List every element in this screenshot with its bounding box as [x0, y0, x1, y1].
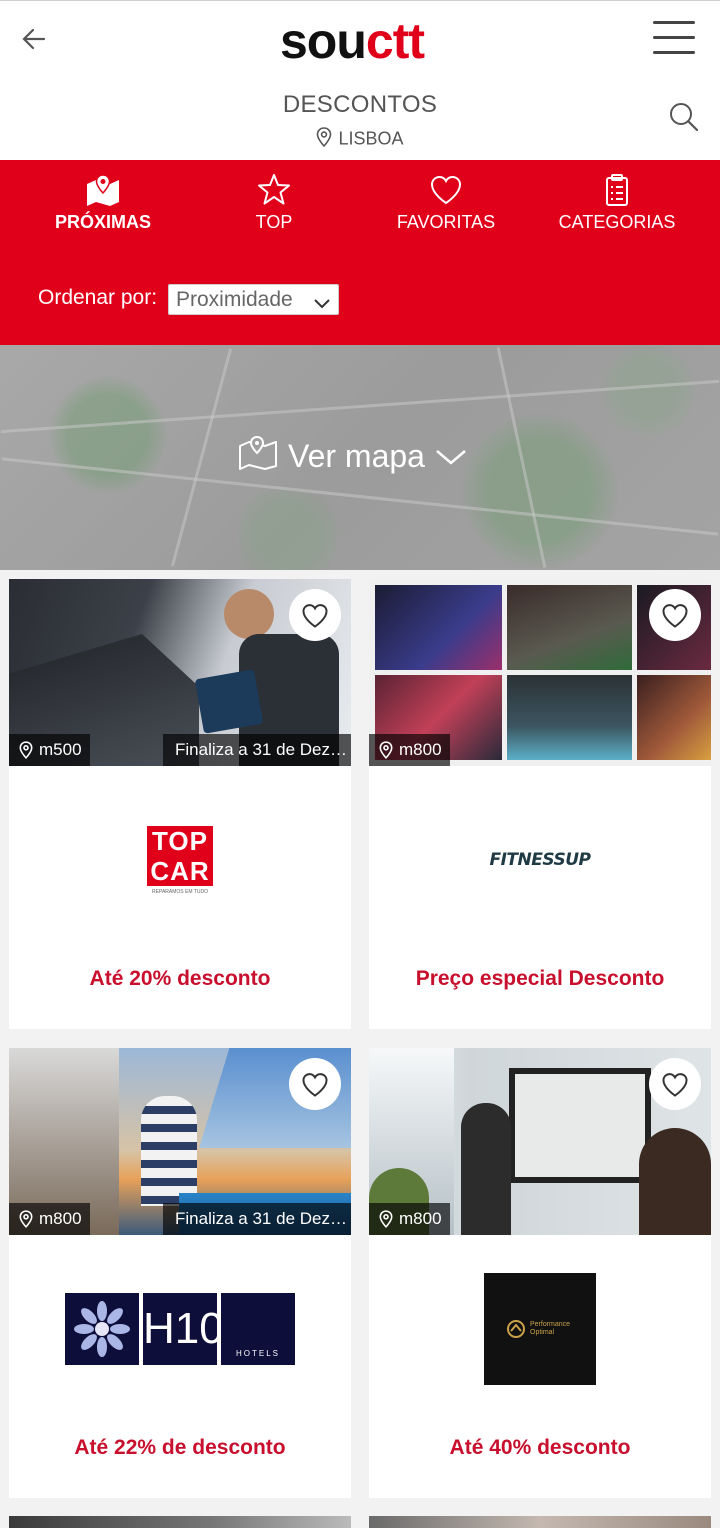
distance-badge: m500: [9, 734, 90, 766]
offer-photo: m800: [369, 579, 711, 766]
offer-photo: m800: [369, 1048, 711, 1235]
heart-icon: [662, 604, 688, 628]
distance-badge: m800: [369, 734, 450, 766]
brand-tagline: REPARAMOS EM TUDO: [152, 888, 208, 895]
end-date-badge: Finaliza a 31 de Dezembro: [163, 734, 351, 766]
clipboard-list-icon: [599, 172, 635, 208]
chevron-down-icon: [312, 291, 332, 320]
chevron-down-icon: [435, 438, 467, 475]
location-pin-icon: [379, 1210, 393, 1228]
favorite-button[interactable]: [289, 1058, 341, 1110]
sort-label: Ordenar por:: [38, 286, 158, 309]
heart-icon: [302, 1073, 328, 1097]
tab-label: PRÓXIMAS: [54, 212, 151, 232]
souctt-logo[interactable]: souctt: [280, 13, 425, 69]
tab-top[interactable]: TOP: [184, 172, 364, 233]
brand-logo-text: FITNESSUP: [489, 850, 591, 870]
brand-logo: TOP CAR REPARAMOS EM TUDO: [9, 766, 351, 954]
sort-select[interactable]: Proximidade: [168, 284, 339, 315]
location-pin-icon: [379, 741, 393, 759]
favorite-button[interactable]: [289, 589, 341, 641]
flower-icon: [74, 1301, 130, 1357]
tab-categorias[interactable]: CATEGORIAS: [527, 172, 707, 233]
map-icon: [238, 434, 278, 478]
brand-tagline: HOTELS: [235, 1349, 280, 1358]
brand-logo-text: Performance Optimal: [530, 1321, 571, 1336]
tab-favoritas[interactable]: FAVORITAS: [356, 172, 536, 233]
distance-text: m800: [399, 740, 442, 759]
distance-text: m800: [39, 1209, 82, 1228]
page-title: DESCONTOS: [282, 91, 438, 118]
view-map-button[interactable]: Ver mapa: [238, 433, 467, 479]
offer-text: Até 22% de desconto: [74, 1436, 286, 1459]
offer-card-peek[interactable]: [369, 1516, 711, 1528]
offer-card[interactable]: m800 FITNESSUP Preço especial Desconto: [369, 579, 711, 1029]
performance-logo-icon: [507, 1320, 525, 1338]
logo-part-ctt: ctt: [365, 13, 425, 69]
favorite-button[interactable]: [649, 1058, 701, 1110]
map-preview[interactable]: Ver mapa: [0, 345, 720, 570]
heart-icon: [428, 172, 464, 208]
brand-logo-text: TOP CAR: [147, 825, 213, 886]
distance-text: m500: [39, 740, 82, 759]
map-pin-icon: [85, 172, 121, 208]
app-header: souctt DESCONTOS LISBOA: [0, 0, 720, 160]
offer-text: Até 40% desconto: [449, 1436, 631, 1459]
offer-text: Até 20% desconto: [89, 967, 271, 990]
offer-card-peek[interactable]: [9, 1516, 351, 1528]
offer-photo: m500 Finaliza a 31 de Dezembro: [9, 579, 351, 766]
tab-label: FAVORITAS: [396, 212, 496, 232]
brand-logo: Performance Optimal: [369, 1235, 711, 1423]
heart-icon: [302, 604, 328, 628]
tab-label: CATEGORIAS: [558, 212, 676, 232]
location-pin-icon: [19, 1210, 33, 1228]
menu-icon[interactable]: [653, 21, 695, 55]
offer-card[interactable]: m500 Finaliza a 31 de Dezembro TOP CAR R…: [9, 579, 351, 1029]
sort-selected-value: Proximidade: [176, 288, 293, 311]
brand-logo-text: H10: [143, 1293, 224, 1365]
heart-icon: [662, 1073, 688, 1097]
tabs-band: PRÓXIMAS TOP FAVORITAS CATEGORIAS Ordena…: [0, 160, 720, 345]
tab-label: TOP: [255, 212, 293, 232]
back-arrow-icon[interactable]: [18, 23, 50, 55]
distance-badge: m800: [9, 1203, 90, 1235]
view-map-label: Ver mapa: [288, 437, 425, 474]
distance-badge: m800: [369, 1203, 450, 1235]
brand-logo: H10 HOTELS: [9, 1235, 351, 1423]
star-icon: [256, 172, 292, 208]
location-text: LISBOA: [338, 128, 404, 149]
favorite-button[interactable]: [649, 589, 701, 641]
offer-card[interactable]: m800 Performance Optimal Até 40% descont…: [369, 1048, 711, 1498]
brand-logo: FITNESSUP: [369, 766, 711, 954]
logo-part-sou: sou: [280, 13, 367, 69]
tab-proximas[interactable]: PRÓXIMAS: [13, 172, 193, 233]
search-icon[interactable]: [668, 101, 700, 133]
distance-text: m800: [399, 1209, 442, 1228]
offer-card[interactable]: m800 Finaliza a 31 de Dezembro H10 HOTEL…: [9, 1048, 351, 1498]
location-pin-icon: [19, 741, 33, 759]
location-pin-icon: [316, 127, 332, 152]
end-date-badge: Finaliza a 31 de Dezembro: [163, 1203, 351, 1235]
location-label[interactable]: LISBOA: [0, 127, 720, 152]
offer-text: Preço especial Desconto: [415, 967, 665, 990]
offer-photo: m800 Finaliza a 31 de Dezembro: [9, 1048, 351, 1235]
